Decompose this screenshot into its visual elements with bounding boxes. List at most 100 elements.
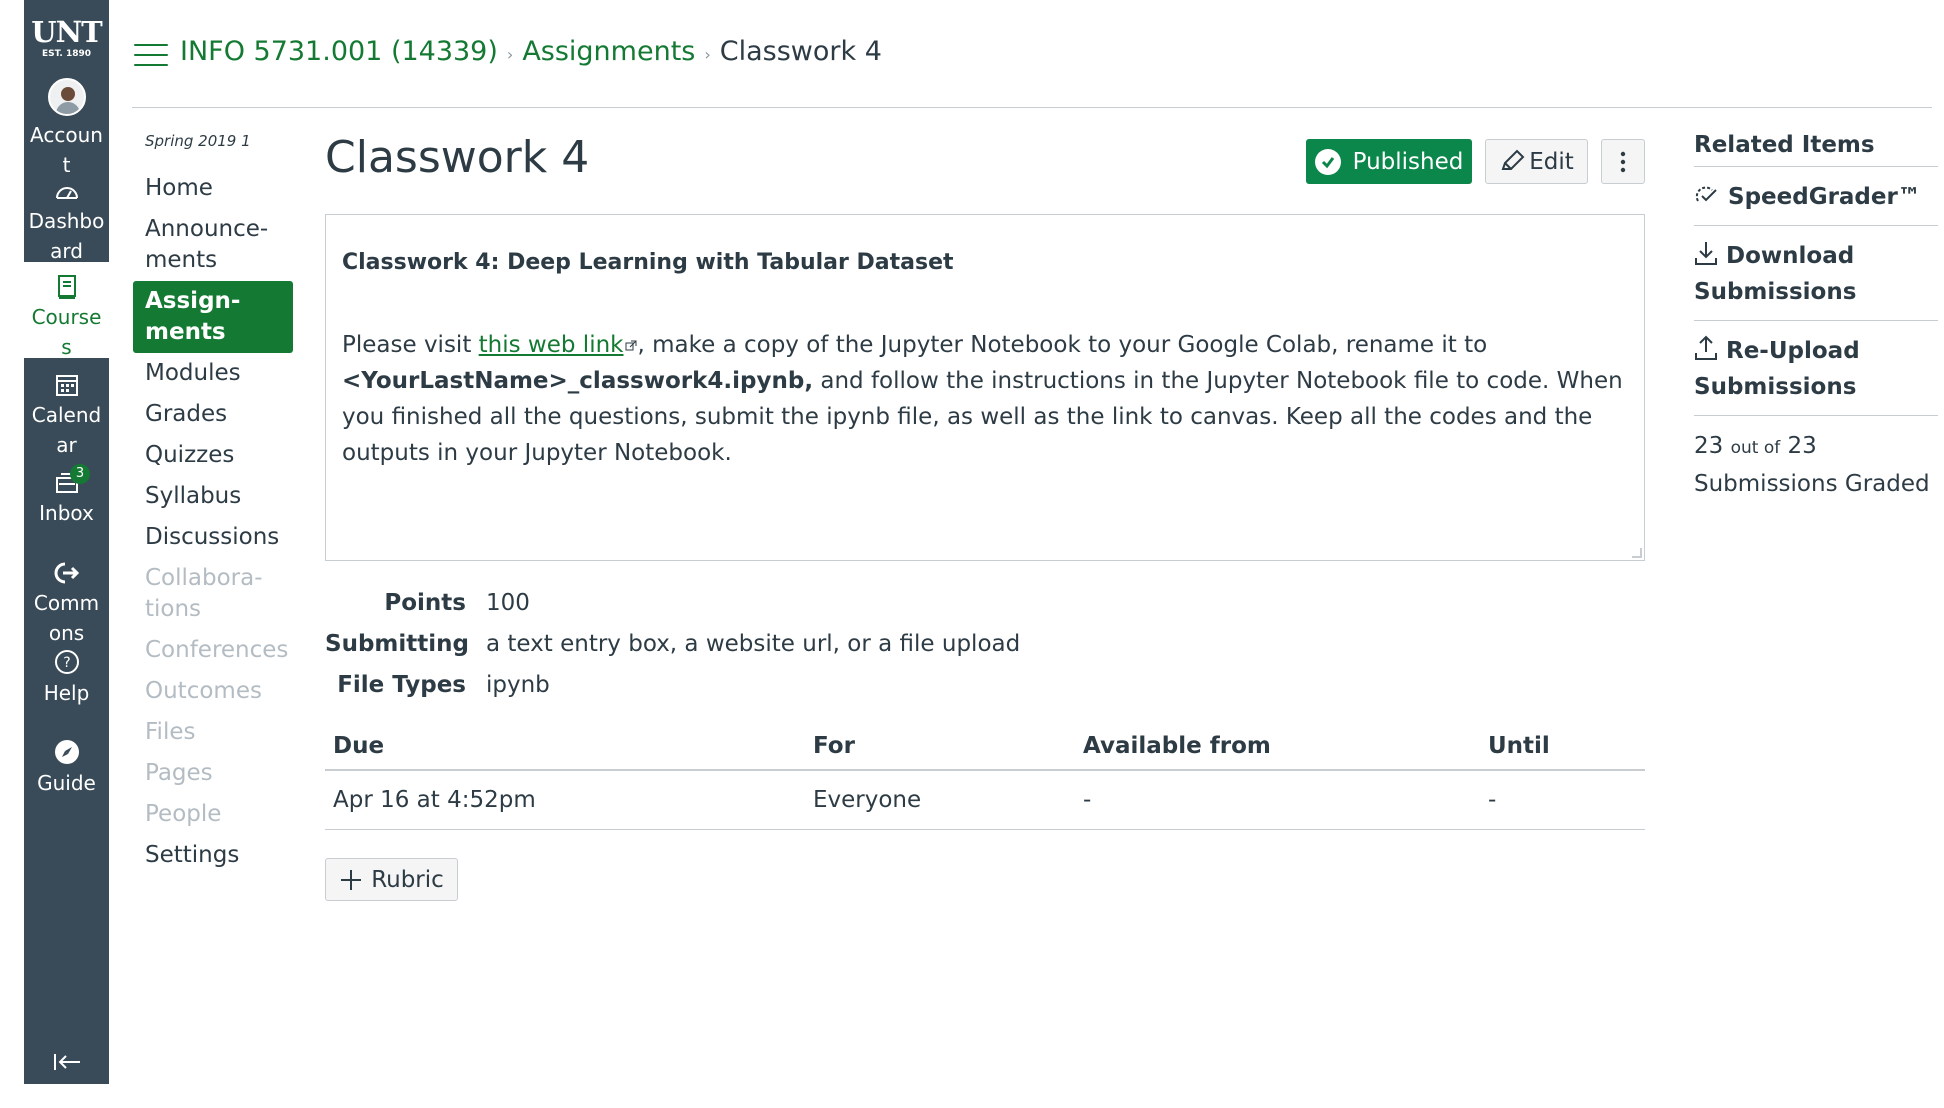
course-nav-outcomes[interactable]: Outcomes	[133, 671, 293, 712]
course-nav-discussions[interactable]: Discussions	[133, 517, 293, 558]
column-header-available-from: Available from	[1075, 722, 1480, 771]
account-avatar	[47, 78, 86, 116]
speedgrader-icon	[1695, 186, 1717, 202]
add-rubric-button[interactable]: Rubric	[325, 858, 458, 901]
course-nav: Spring 2019 1 Home Announce- ments Assig…	[133, 132, 293, 876]
graded-out-of: out of	[1730, 438, 1781, 458]
course-nav-syllabus[interactable]: Syllabus	[133, 476, 293, 517]
breadcrumb-course[interactable]: INFO 5731.001 (14339)	[180, 36, 498, 67]
commons-icon	[54, 562, 79, 584]
breadcrumb-current: Classwork 4	[719, 36, 882, 67]
breadcrumb-separator-icon: ›	[506, 45, 514, 64]
logo-est: EST. 1890	[41, 49, 91, 59]
hamburger-icon[interactable]	[134, 44, 168, 66]
column-header-for: For	[805, 722, 1075, 771]
detail-key: Points	[384, 589, 466, 616]
global-nav-courses-label: Course s	[31, 305, 102, 359]
assignment-description: Classwork 4: Deep Learning with Tabular …	[325, 214, 1645, 561]
breadcrumb-assignments[interactable]: Assignments	[522, 36, 695, 67]
course-nav-grades[interactable]: Grades	[133, 394, 293, 435]
download-icon	[1695, 242, 1717, 265]
guide-icon	[54, 740, 79, 764]
detail-row-file-types: File Types ipynb	[325, 664, 1020, 705]
published-label: Published	[1352, 148, 1464, 175]
until-cell: -	[1480, 770, 1645, 830]
download-submissions-link[interactable]: Download Submissions	[1694, 238, 1938, 321]
detail-key: File Types	[337, 671, 466, 698]
global-nav-account-label: Accoun t	[30, 123, 103, 177]
global-nav-dashboard-label: Dashbo ard	[28, 209, 105, 263]
due-date-cell: Apr 16 at 4:52pm	[325, 770, 805, 830]
global-nav-dashboard[interactable]: Dashbo ard	[24, 180, 109, 266]
plus-icon	[341, 869, 362, 890]
course-nav-assignments[interactable]: Assign- ments	[133, 281, 293, 353]
course-nav-announcements[interactable]: Announce- ments	[133, 209, 293, 281]
speedgrader-label: SpeedGrader™	[1728, 184, 1921, 210]
speedgrader-link[interactable]: SpeedGrader™	[1694, 179, 1938, 226]
web-link[interactable]: this web link	[479, 332, 624, 358]
published-button[interactable]: Published	[1306, 139, 1472, 184]
detail-value: 100	[486, 589, 530, 616]
detail-row-submitting: Submitting a text entry box, a website u…	[325, 623, 1020, 664]
courses-icon	[57, 275, 76, 299]
global-nav-guide[interactable]: Guide	[24, 738, 109, 798]
more-options-button[interactable]	[1601, 139, 1645, 184]
graded-count: 23 out of 23 Submissions Graded	[1694, 428, 1938, 502]
edit-label: Edit	[1529, 148, 1574, 175]
detail-row-points: Points 100	[325, 582, 1020, 623]
global-nav-help[interactable]: ? Help	[24, 648, 109, 708]
detail-value: a text entry box, a website url, or a fi…	[486, 630, 1021, 657]
upload-icon	[1695, 335, 1717, 360]
related-items-title: Related Items	[1694, 132, 1938, 167]
reupload-submissions-link[interactable]: Re-Upload Submissions	[1694, 333, 1938, 416]
global-nav-account[interactable]: Accoun t	[24, 78, 109, 180]
collapse-nav-icon	[54, 1054, 80, 1070]
description-text-2: , make a copy of the Jupyter Notebook to…	[637, 332, 1488, 358]
svg-text:?: ?	[63, 655, 70, 671]
dashboard-icon	[55, 187, 78, 199]
table-row: Apr 16 at 4:52pm Everyone - -	[325, 770, 1645, 830]
available-from-cell: -	[1075, 770, 1480, 830]
course-nav-pages[interactable]: Pages	[133, 753, 293, 794]
course-nav-conferences[interactable]: Conferences	[133, 630, 293, 671]
graded-suffix: Submissions Graded	[1694, 471, 1930, 497]
table-header-row: Due For Available from Until	[325, 722, 1645, 771]
global-nav-courses[interactable]: Course s	[24, 262, 109, 359]
course-nav-settings[interactable]: Settings	[133, 835, 293, 876]
course-nav-people[interactable]: People	[133, 794, 293, 835]
description-filename: <YourLastName>_classwork4.ipynb,	[342, 368, 814, 394]
graded-total: 23	[1787, 433, 1817, 459]
for-cell: Everyone	[805, 770, 1075, 830]
course-nav-files[interactable]: Files	[133, 712, 293, 753]
breadcrumb: INFO 5731.001 (14339) › Assignments › Cl…	[180, 36, 882, 67]
detail-value: ipynb	[486, 671, 550, 698]
global-nav-calendar[interactable]: Calend ar	[24, 372, 109, 460]
rubric-label: Rubric	[371, 866, 444, 893]
course-nav-quizzes[interactable]: Quizzes	[133, 435, 293, 476]
edit-button[interactable]: Edit	[1485, 139, 1588, 184]
unt-logo[interactable]: UNT EST. 1890	[24, 18, 109, 60]
breadcrumb-separator-icon: ›	[704, 45, 711, 64]
global-nav-commons[interactable]: Comm ons	[24, 560, 109, 648]
help-icon: ?	[54, 650, 79, 674]
pencil-icon	[1501, 149, 1525, 170]
download-submissions-label: Download Submissions	[1694, 243, 1857, 305]
column-header-until: Until	[1480, 722, 1645, 771]
course-nav-modules[interactable]: Modules	[133, 353, 293, 394]
inbox-unread-badge: 3	[70, 464, 90, 484]
column-header-due: Due	[325, 722, 805, 771]
course-nav-home[interactable]: Home	[133, 168, 293, 209]
global-nav-inbox[interactable]: 3 Inbox	[24, 464, 109, 528]
collapse-nav-button[interactable]	[52, 1052, 82, 1076]
check-circle-icon	[1314, 148, 1341, 175]
page-header: INFO 5731.001 (14339) › Assignments › Cl…	[132, 0, 1932, 108]
resize-handle-icon[interactable]	[1632, 548, 1642, 558]
kebab-icon	[1620, 151, 1626, 172]
global-nav-guide-label: Guide	[37, 771, 96, 795]
calendar-icon	[55, 375, 78, 396]
global-nav-help-label: Help	[43, 681, 90, 705]
assignment-details: Points 100 Submitting a text entry box, …	[325, 582, 1020, 705]
course-nav-collaborations[interactable]: Collabora- tions	[133, 558, 293, 630]
reupload-submissions-label: Re-Upload Submissions	[1694, 338, 1860, 400]
global-nav-calendar-label: Calend ar	[31, 403, 102, 457]
